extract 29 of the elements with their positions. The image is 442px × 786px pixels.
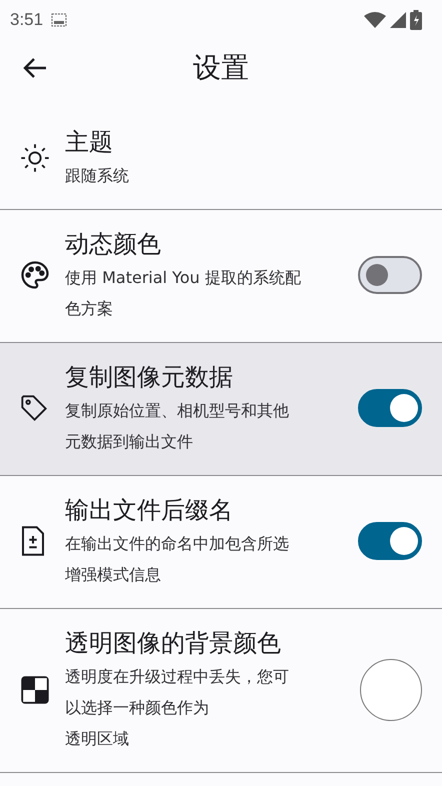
document-icon — [20, 526, 46, 556]
image-icon — [51, 13, 68, 27]
setting-description: 在输出文件的命名中加包含所选 增强模式信息 — [65, 533, 290, 586]
sun-icon — [20, 142, 50, 172]
wifi-icon — [364, 12, 386, 28]
settings-row[interactable]: 主题 跟随系统 — [0, 108, 442, 210]
page-title: 设置 — [193, 50, 249, 86]
palette-icon — [20, 260, 50, 290]
toggle-switch[interactable] — [358, 389, 422, 427]
settings-row[interactable]: 透明图像的背景颜色 透明度在升级过程中丢失，您可 以选择一种颜色作为 透明区域 — [0, 609, 442, 773]
setting-description: 复制原始位置、相机型号和其他 元数据到输出文件 — [65, 400, 290, 453]
setting-title: 动态颜色 — [65, 229, 162, 260]
setting-title: 复制图像元数据 — [65, 362, 234, 393]
setting-description: 跟随系统 — [65, 165, 130, 187]
setting-description: 使用 Material You 提取的系统配 色方案 — [65, 267, 302, 320]
setting-title: 输出文件后缀名 — [65, 495, 234, 526]
settings-row[interactable]: 复制图像元数据 复制原始位置、相机型号和其他 元数据到输出文件 — [0, 343, 442, 476]
setting-description: 透明度在升级过程中丢失，您可 以选择一种颜色作为 透明区域 — [65, 666, 290, 750]
settings-row[interactable]: 输出文件后缀名 在输出文件的命名中加包含所选 增强模式信息 — [0, 476, 442, 609]
setting-title: 主题 — [65, 127, 114, 158]
tag-icon — [20, 394, 48, 422]
toggle-switch[interactable] — [358, 256, 422, 294]
battery-icon — [410, 10, 422, 30]
signal-icon — [390, 12, 406, 28]
setting-title: 透明图像的背景颜色 — [65, 628, 282, 659]
toggle-switch[interactable] — [358, 522, 422, 560]
back-arrow-icon — [22, 56, 48, 80]
status-time: 3:51 — [10, 10, 44, 30]
checkerboard-icon — [20, 674, 50, 704]
